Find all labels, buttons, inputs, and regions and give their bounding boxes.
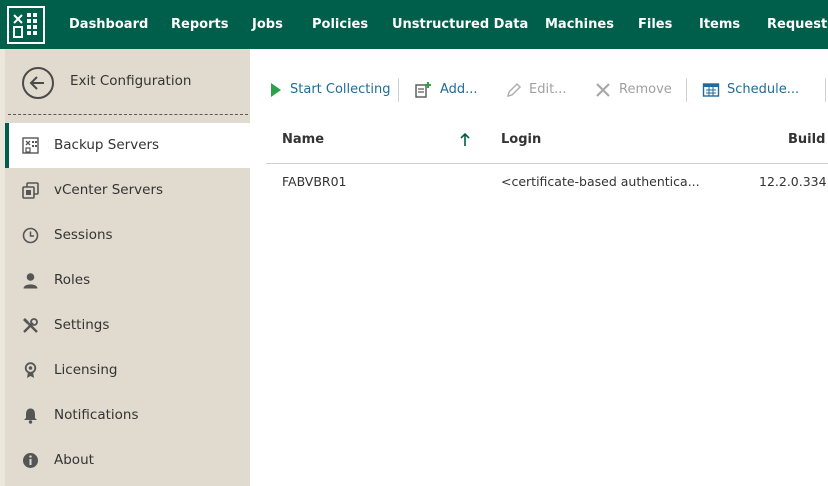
sidebar-item-label: Sessions [54,227,113,243]
license-icon [24,362,37,378]
cell-build: 12.2.0.334 [759,174,827,189]
sidebar-item-label: About [54,452,94,468]
nav-policies[interactable]: Policies [312,0,368,49]
close-icon [596,83,610,97]
tools-icon [23,318,38,333]
backup-servers-icon [22,137,39,154]
add-server-icon [415,82,431,98]
nav-dashboard[interactable]: Dashboard [69,0,148,49]
pencil-icon [506,82,522,98]
nav-machines[interactable]: Machines [545,0,614,49]
nav-items[interactable]: Items [699,0,740,49]
top-nav-bar: Dashboard Reports Jobs Policies Unstruct… [0,0,828,49]
sidebar-item-licensing[interactable]: Licensing [5,348,250,393]
user-icon [23,273,38,289]
vcenter-icon [22,182,39,199]
sidebar-item-label: Roles [54,272,91,288]
sidebar-item-vcenter-servers[interactable]: vCenter Servers [5,168,250,213]
toolbar-separator [686,78,687,102]
start-collecting-button[interactable]: Start Collecting [268,74,391,106]
app-logo-icon[interactable] [6,5,46,45]
column-header-login[interactable]: Login [501,132,541,147]
exit-configuration-button[interactable]: Exit Configuration [5,49,250,115]
sidebar-item-roles[interactable]: Roles [5,258,250,303]
add-button[interactable]: Add... [414,74,480,106]
sidebar-item-label: vCenter Servers [54,182,164,198]
cell-login: <certificate-based authentica... [501,174,700,189]
toolbar-separator [398,78,399,102]
info-icon [23,453,38,468]
exit-configuration-label: Exit Configuration [70,73,192,89]
edit-button[interactable]: Edit... [505,74,571,106]
nav-jobs[interactable]: Jobs [252,0,283,49]
sidebar-item-label: Notifications [54,407,139,423]
sidebar-item-label: Settings [54,317,110,333]
sidebar-item-sessions[interactable]: Sessions [5,213,250,258]
schedule-button[interactable]: Schedule... [702,74,799,106]
table-header-divider [266,163,828,164]
sort-ascending-icon[interactable] [459,132,471,148]
divider [8,114,248,115]
nav-files[interactable]: Files [638,0,672,49]
sidebar-item-label: Backup Servers [54,137,160,153]
active-notch [238,136,250,156]
cell-name: FABVBR01 [282,174,347,189]
toolbar-separator [825,78,826,102]
back-arrow-icon [22,67,54,99]
clock-icon [22,227,39,244]
sidebar-item-settings[interactable]: Settings [5,303,250,348]
nav-unstructured-data[interactable]: Unstructured Data [392,0,528,49]
sidebar-item-label: Licensing [54,362,118,378]
remove-button[interactable]: Remove [594,74,674,106]
play-icon [271,83,281,97]
column-header-build[interactable]: Build [788,132,825,147]
sidebar-item-about[interactable]: About [5,438,250,483]
nav-requests[interactable]: Requests [767,0,828,49]
column-header-name[interactable]: Name [282,132,324,147]
bell-icon [24,408,37,424]
calendar-icon [702,83,720,97]
sidebar-item-backup-servers[interactable]: Backup Servers [5,123,250,168]
active-indicator [5,123,9,168]
sidebar-item-notifications[interactable]: Notifications [5,393,250,438]
nav-reports[interactable]: Reports [171,0,228,49]
